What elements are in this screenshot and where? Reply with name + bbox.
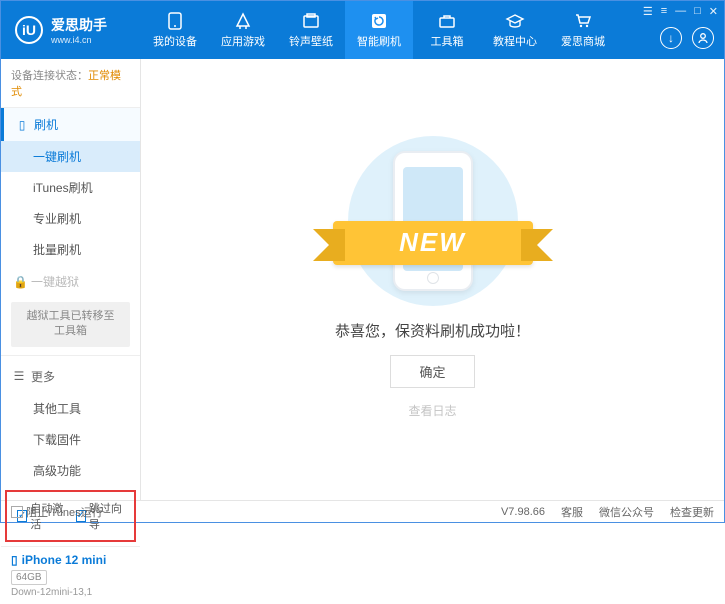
sidebar-item-pro[interactable]: 专业刷机 xyxy=(1,203,140,234)
app-title: 爱思助手 xyxy=(51,15,107,35)
connection-status: 设备连接状态：正常模式 xyxy=(1,59,140,108)
sidebar-item-advanced[interactable]: 高级功能 xyxy=(1,455,140,486)
device-name: iPhone 12 mini xyxy=(22,553,107,567)
apps-icon xyxy=(233,12,253,30)
toolbox-icon xyxy=(437,12,457,30)
success-illustration: NEW xyxy=(333,141,533,306)
jailbreak-notice: 越狱工具已转移至 工具箱 xyxy=(11,302,130,347)
nav-tab-tools[interactable]: 工具箱 xyxy=(413,1,481,59)
checkbox-icon: ✓ xyxy=(11,506,23,518)
app-url: www.i4.cn xyxy=(51,35,107,45)
logo-icon: iU xyxy=(15,16,43,44)
sidebar-section-jailbreak: 🔒 一键越狱 xyxy=(1,265,140,298)
nav-tab-tutorials[interactable]: 教程中心 xyxy=(481,1,549,59)
nav-tab-device[interactable]: 我的设备 xyxy=(141,1,209,59)
success-message: 恭喜您，保资料刷机成功啦！ xyxy=(335,320,530,341)
download-icon[interactable]: ↓ xyxy=(660,27,682,49)
device-firmware: Down-12mini-13,1 xyxy=(11,587,130,598)
graduation-icon xyxy=(505,12,525,30)
minimize-icon[interactable]: — xyxy=(675,5,686,18)
new-ribbon: NEW xyxy=(333,221,533,265)
close-icon[interactable]: ✕ xyxy=(709,5,718,18)
view-log-link[interactable]: 查看日志 xyxy=(408,402,456,419)
main-content: NEW 恭喜您，保资料刷机成功啦！ 确定 查看日志 xyxy=(141,59,724,500)
app-header: iU 爱思助手 www.i4.cn 我的设备 应用游戏 铃声壁纸 智能刷机 工具… xyxy=(1,1,724,59)
phone-small-icon: ▯ xyxy=(16,118,28,132)
version-label: V7.98.66 xyxy=(501,506,545,518)
sidebar-item-downloadfw[interactable]: 下载固件 xyxy=(1,424,140,455)
maximize-icon[interactable]: □ xyxy=(694,5,701,18)
menu-icon[interactable]: ☰ xyxy=(643,5,653,18)
settings-icon[interactable]: ≡ xyxy=(661,5,667,18)
sidebar-section-flash[interactable]: ▯ 刷机 xyxy=(1,108,140,141)
phone-small-icon: ▯ xyxy=(11,553,18,567)
nav-tab-store[interactable]: 爱思商城 xyxy=(549,1,617,59)
sidebar-item-itunes[interactable]: iTunes刷机 xyxy=(1,172,140,203)
user-icon[interactable] xyxy=(692,27,714,49)
folder-icon xyxy=(301,12,321,30)
nav-tabs: 我的设备 应用游戏 铃声壁纸 智能刷机 工具箱 教程中心 爱思商城 xyxy=(141,1,617,59)
sidebar-item-batch[interactable]: 批量刷机 xyxy=(1,234,140,265)
checkbox-block-itunes[interactable]: ✓ 阻止iTunes运行 xyxy=(11,504,103,520)
cart-icon xyxy=(573,12,593,30)
more-icon: ☰ xyxy=(13,369,25,383)
refresh-icon xyxy=(369,12,389,30)
logo-area: iU 爱思助手 www.i4.cn xyxy=(1,15,141,45)
device-storage: 64GB xyxy=(11,570,47,585)
nav-tab-ringtones[interactable]: 铃声壁纸 xyxy=(277,1,345,59)
ok-button[interactable]: 确定 xyxy=(390,355,474,388)
window-controls: ☰ ≡ — □ ✕ xyxy=(643,5,718,18)
support-link[interactable]: 客服 xyxy=(561,504,583,520)
phone-icon xyxy=(165,12,185,30)
nav-tab-apps[interactable]: 应用游戏 xyxy=(209,1,277,59)
lock-icon: 🔒 xyxy=(13,275,25,289)
device-panel[interactable]: ▯ iPhone 12 mini 64GB Down-12mini-13,1 xyxy=(1,546,140,604)
sidebar-item-othertools[interactable]: 其他工具 xyxy=(1,393,140,424)
check-update-link[interactable]: 检查更新 xyxy=(670,504,714,520)
sidebar-section-more[interactable]: ☰ 更多 xyxy=(1,360,140,393)
sidebar-item-oneclick[interactable]: 一键刷机 xyxy=(1,141,140,172)
wechat-link[interactable]: 微信公众号 xyxy=(599,504,654,520)
nav-tab-flash[interactable]: 智能刷机 xyxy=(345,1,413,59)
sidebar: 设备连接状态：正常模式 ▯ 刷机 一键刷机 iTunes刷机 专业刷机 批量刷机… xyxy=(1,59,141,500)
